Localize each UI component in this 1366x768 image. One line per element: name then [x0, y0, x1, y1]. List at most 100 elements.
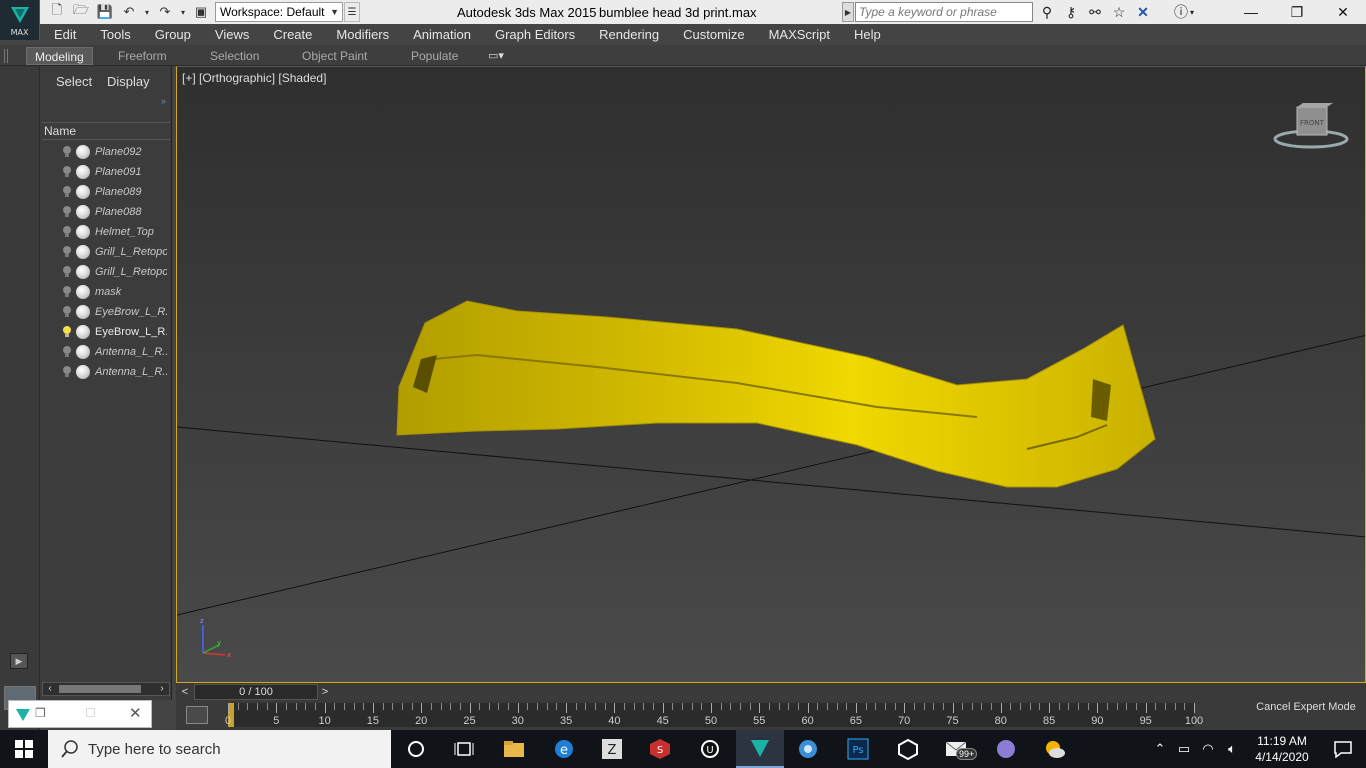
tray-expand-icon[interactable]: ⌃: [1148, 730, 1172, 768]
undo-icon[interactable]: ↶: [118, 2, 140, 22]
visibility-lamp-icon[interactable]: [62, 225, 72, 239]
visibility-lamp-icon[interactable]: [62, 305, 72, 319]
redo-icon[interactable]: ↷: [154, 2, 176, 22]
file-explorer-icon[interactable]: [490, 730, 538, 768]
volume-icon[interactable]: 🔈︎: [1220, 730, 1244, 768]
favorites-star-icon[interactable]: ☆: [1108, 2, 1130, 22]
close-icon[interactable]: ✕: [129, 704, 142, 722]
object-list-item[interactable]: Grill_L_Retopo: [42, 262, 170, 282]
minimize-icon[interactable]: —: [1228, 0, 1274, 24]
visibility-lamp-icon[interactable]: [62, 365, 72, 379]
zbrush-icon[interactable]: Z: [588, 730, 636, 768]
ribbon-grip-handle[interactable]: [4, 49, 8, 63]
perspective-viewport[interactable]: [+] [Orthographic] [Shaded] FRONT z x y: [176, 66, 1366, 683]
menu-group[interactable]: Group: [143, 24, 203, 45]
object-list-item[interactable]: Helmet_Top: [42, 222, 170, 242]
frame-slider[interactable]: 0 / 100: [194, 684, 318, 700]
minimized-window[interactable]: ❐ ☐ ✕: [8, 700, 152, 728]
cortana-icon[interactable]: [392, 730, 440, 768]
viewport-label[interactable]: [+] [Orthographic] [Shaded]: [182, 71, 326, 85]
object-list-item[interactable]: EyeBrow_L_R...: [42, 322, 170, 342]
substance-painter-icon[interactable]: S: [636, 730, 684, 768]
viewcube-icon[interactable]: FRONT: [1273, 103, 1349, 151]
menu-graph-editors[interactable]: Graph Editors: [483, 24, 587, 45]
scroll-right-icon[interactable]: ›: [155, 683, 169, 695]
visibility-lamp-icon[interactable]: [62, 325, 72, 339]
restore-icon[interactable]: ❐: [35, 706, 46, 720]
menu-tools[interactable]: Tools: [88, 24, 142, 45]
object-list-item[interactable]: Plane092: [42, 142, 170, 162]
restore-icon[interactable]: ❐: [1274, 0, 1320, 24]
previous-frame-icon[interactable]: <: [178, 684, 192, 700]
unreal-engine-icon[interactable]: U: [686, 730, 734, 768]
ribbon-options-icon[interactable]: ▭▾: [488, 49, 504, 62]
tab-object-paint[interactable]: Object Paint: [294, 47, 375, 65]
menu-help[interactable]: Help: [842, 24, 893, 45]
task-view-icon[interactable]: [440, 730, 488, 768]
object-list-item[interactable]: mask: [42, 282, 170, 302]
explorer-tab-select[interactable]: Select: [56, 74, 92, 89]
scroll-left-icon[interactable]: ‹: [43, 683, 57, 695]
object-list-item[interactable]: EyeBrow_L_R...: [42, 302, 170, 322]
windows-start-icon[interactable]: [0, 730, 48, 768]
frame-scale[interactable]: 0 5 10 15 20 25 30 35 40 45 50 55 60 65 70 75 80 85 90 95 10…: [225, 703, 1203, 727]
tab-freeform[interactable]: Freeform: [110, 47, 175, 65]
object-list-item[interactable]: Plane089: [42, 182, 170, 202]
project-folder-icon[interactable]: ▣: [190, 2, 212, 22]
app-menu-button[interactable]: MAX: [0, 0, 40, 40]
visibility-lamp-icon[interactable]: [62, 205, 72, 219]
taskbar-clock[interactable]: 11:19 AM 4/14/2020: [1244, 733, 1320, 765]
visibility-lamp-icon[interactable]: [62, 245, 72, 259]
edge-browser-icon[interactable]: e: [540, 730, 588, 768]
object-list-item[interactable]: Plane091: [42, 162, 170, 182]
explorer-horizontal-scrollbar[interactable]: ‹ ›: [42, 682, 170, 696]
open-file-icon[interactable]: 🗁: [70, 2, 92, 22]
action-center-icon[interactable]: [1320, 730, 1366, 768]
search-input[interactable]: Type a keyword or phrase: [855, 2, 1033, 22]
object-list-item[interactable]: Antenna_L_R...: [42, 362, 170, 382]
next-frame-icon[interactable]: >: [318, 684, 332, 700]
visibility-lamp-icon[interactable]: [62, 145, 72, 159]
tab-selection[interactable]: Selection: [202, 47, 267, 65]
visibility-lamp-icon[interactable]: [62, 345, 72, 359]
menu-create[interactable]: Create: [261, 24, 324, 45]
close-icon[interactable]: ✕: [1320, 0, 1366, 24]
undo-dropdown-icon[interactable]: ▾: [142, 2, 152, 22]
customize-toolbar-icon[interactable]: ☰: [344, 2, 360, 22]
signin-icon[interactable]: ⚯: [1084, 2, 1106, 22]
new-file-icon[interactable]: 🗋: [46, 2, 68, 22]
curve-editor-icon[interactable]: [186, 706, 208, 724]
play-icon[interactable]: ▶: [10, 653, 28, 669]
taskbar-search-input[interactable]: Type here to search: [48, 730, 391, 768]
eyebrow-mesh[interactable]: [396, 300, 1156, 488]
weather-app-icon[interactable]: [1030, 730, 1078, 768]
menu-customize[interactable]: Customize: [671, 24, 756, 45]
scroll-thumb[interactable]: [59, 685, 141, 693]
visibility-lamp-icon[interactable]: [62, 265, 72, 279]
binoculars-icon[interactable]: ⚲: [1036, 2, 1058, 22]
tab-populate[interactable]: Populate: [403, 47, 466, 65]
save-icon[interactable]: 💾: [94, 2, 116, 22]
maximize-icon[interactable]: ☐: [85, 706, 96, 720]
exchange-x-icon[interactable]: ✕: [1132, 2, 1154, 22]
wifi-icon[interactable]: ◠: [1196, 730, 1220, 768]
mail-icon[interactable]: 99+: [932, 730, 980, 768]
photoshop-icon[interactable]: Ps: [834, 730, 882, 768]
object-list-item[interactable]: Grill_L_Retopo: [42, 242, 170, 262]
menu-modifiers[interactable]: Modifiers: [324, 24, 401, 45]
workspace-selector[interactable]: Workspace: Default ▼: [215, 2, 343, 22]
battery-icon[interactable]: ▭: [1172, 730, 1196, 768]
object-list-item[interactable]: Plane088: [42, 202, 170, 222]
help-icon[interactable]: ⓘ ▾: [1168, 2, 1200, 22]
3ds-max-taskbar-icon[interactable]: [736, 730, 784, 768]
menu-edit[interactable]: Edit: [42, 24, 88, 45]
expand-chevron-icon[interactable]: »: [161, 96, 166, 106]
key-icon[interactable]: ⚷: [1060, 2, 1082, 22]
unity-icon[interactable]: [884, 730, 932, 768]
cancel-expert-mode-button[interactable]: Cancel Expert Mode: [1246, 683, 1366, 730]
tab-modeling[interactable]: Modeling: [26, 47, 93, 65]
torrent-client-icon[interactable]: [982, 730, 1030, 768]
menu-views[interactable]: Views: [203, 24, 261, 45]
explorer-tab-display[interactable]: Display: [107, 74, 150, 89]
menu-rendering[interactable]: Rendering: [587, 24, 671, 45]
